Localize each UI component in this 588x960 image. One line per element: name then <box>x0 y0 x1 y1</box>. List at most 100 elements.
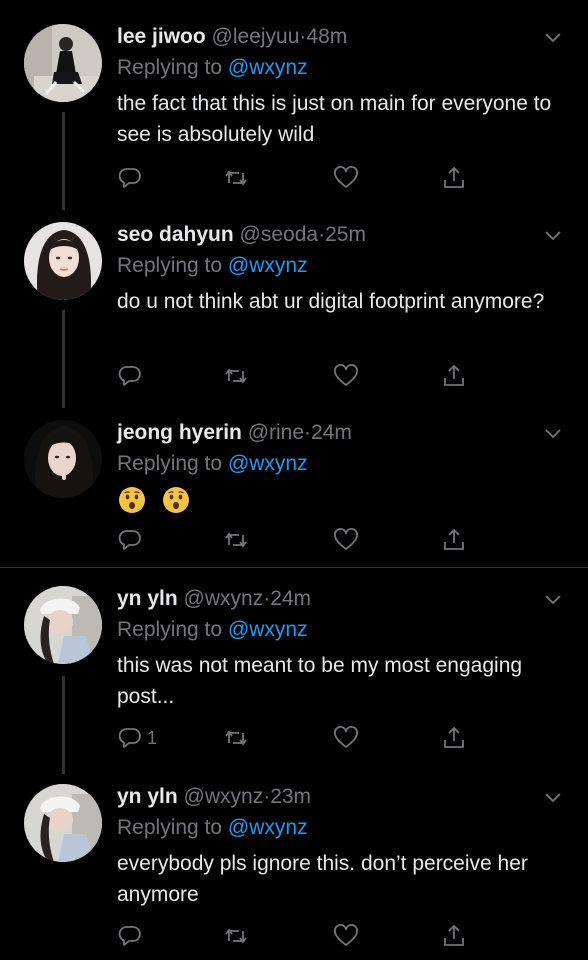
share-button[interactable] <box>441 164 467 192</box>
retweet-icon <box>225 730 247 746</box>
share-button[interactable] <box>441 922 467 950</box>
reply-button[interactable] <box>117 164 143 192</box>
replying-to: Replying to @wxynz <box>117 617 308 643</box>
share-button[interactable] <box>441 724 467 752</box>
action-bar <box>117 362 477 392</box>
replying-to: Replying to @wxynz <box>117 55 308 81</box>
tweet[interactable]: yn yln @wxynz·24m Replying to @wxynz thi… <box>0 586 588 766</box>
divider <box>0 567 588 568</box>
timestamp[interactable]: 23m <box>270 785 311 808</box>
replying-to: Replying to @wxynz <box>117 815 308 841</box>
retweet-button[interactable] <box>223 922 249 950</box>
tweet-header: jeong hyerin @rine·24m <box>117 420 352 446</box>
tweet[interactable]: seo dahyun @seoda·25m Replying to @wxynz… <box>0 222 588 402</box>
action-bar <box>117 526 477 556</box>
display-name[interactable]: seo dahyun <box>117 223 234 246</box>
reply-icon <box>118 926 141 946</box>
tweet-header: yn yln @wxynz·23m <box>117 784 311 810</box>
tweet-text: the fact that this is just on main for e… <box>117 92 552 146</box>
share-icon <box>444 364 464 386</box>
reply-button[interactable] <box>117 526 143 554</box>
reply-button[interactable] <box>117 922 143 950</box>
heart-icon <box>334 924 358 946</box>
retweet-button[interactable] <box>223 724 249 752</box>
display-name[interactable]: lee jiwoo <box>117 25 206 48</box>
mention-link[interactable]: @wxynz <box>228 56 308 79</box>
timestamp[interactable]: 24m <box>270 587 311 610</box>
reply-icon <box>118 530 141 550</box>
handle[interactable]: @wxynz <box>184 587 264 610</box>
chevron-down-icon[interactable] <box>544 590 562 608</box>
avatar[interactable] <box>24 222 102 300</box>
separator-dot: · <box>304 421 312 444</box>
heart-icon <box>334 528 358 550</box>
action-bar <box>117 164 477 194</box>
mention-link[interactable]: @wxynz <box>228 452 308 475</box>
retweet-icon <box>225 532 247 548</box>
astonished-face-emoji <box>119 487 145 514</box>
like-button[interactable] <box>333 526 359 554</box>
tweet-header: yn yln @wxynz·24m <box>117 586 311 612</box>
tweet-emojis <box>117 484 567 515</box>
display-name[interactable]: jeong hyerin <box>117 421 242 444</box>
chevron-down-icon[interactable] <box>544 788 562 806</box>
avatar[interactable] <box>24 24 102 102</box>
heart-icon <box>334 726 358 748</box>
tweet-text: this was not meant to be my most engagin… <box>117 654 523 708</box>
reply-button[interactable] <box>117 362 143 390</box>
replying-label: Replying to <box>117 618 228 641</box>
mention-link[interactable]: @wxynz <box>228 816 308 839</box>
tweet[interactable]: jeong hyerin @rine·24m Replying to @wxyn… <box>0 420 588 560</box>
display-name[interactable]: yn yln <box>117 587 178 610</box>
chevron-down-icon[interactable] <box>544 424 562 442</box>
retweet-button[interactable] <box>223 362 249 390</box>
reply-button[interactable]: 1 <box>117 724 157 752</box>
action-bar <box>117 922 477 952</box>
reply-icon <box>118 366 141 386</box>
timestamp[interactable]: 24m <box>311 421 352 444</box>
replying-label: Replying to <box>117 452 228 475</box>
heart-icon <box>334 364 358 386</box>
replying-to: Replying to @wxynz <box>117 451 308 477</box>
retweet-icon <box>225 368 247 384</box>
like-button[interactable] <box>333 362 359 390</box>
retweet-icon <box>225 928 247 944</box>
mention-link[interactable]: @wxynz <box>228 618 308 641</box>
avatar[interactable] <box>24 586 102 664</box>
avatar[interactable] <box>24 784 102 862</box>
handle[interactable]: @wxynz <box>184 785 264 808</box>
tweet-header: lee jiwoo @leejyuu·48m <box>117 24 347 50</box>
tweet[interactable]: lee jiwoo @leejyuu·48m Replying to @wxyn… <box>0 24 588 204</box>
display-name[interactable]: yn yln <box>117 785 178 808</box>
mention-link[interactable]: @wxynz <box>228 254 308 277</box>
handle[interactable]: @leejyuu <box>212 25 300 48</box>
like-button[interactable] <box>333 724 359 752</box>
like-button[interactable] <box>333 922 359 950</box>
reply-icon <box>118 728 141 748</box>
tweet-text: do u not think abt ur digital footprint … <box>117 290 545 313</box>
share-icon <box>444 166 464 188</box>
share-button[interactable] <box>441 526 467 554</box>
action-bar: 1 <box>117 724 477 754</box>
tweet[interactable]: yn yln @wxynz·23m Replying to @wxynz eve… <box>0 784 588 960</box>
chevron-down-icon[interactable] <box>544 28 562 46</box>
replying-label: Replying to <box>117 56 228 79</box>
share-icon <box>444 528 464 550</box>
tweet-text: everybody pls ignore this. don’t perceiv… <box>117 852 528 906</box>
avatar[interactable] <box>24 420 102 498</box>
retweet-button[interactable] <box>223 526 249 554</box>
like-button[interactable] <box>333 164 359 192</box>
tweet-header: seo dahyun @seoda·25m <box>117 222 366 248</box>
retweet-button[interactable] <box>223 164 249 192</box>
timestamp[interactable]: 25m <box>325 223 366 246</box>
replying-to: Replying to @wxynz <box>117 253 308 279</box>
share-button[interactable] <box>441 362 467 390</box>
replying-label: Replying to <box>117 254 228 277</box>
handle[interactable]: @seoda <box>240 223 319 246</box>
timestamp[interactable]: 48m <box>306 25 347 48</box>
reply-count: 1 <box>147 727 158 748</box>
heart-icon <box>334 166 358 188</box>
replying-label: Replying to <box>117 816 228 839</box>
handle[interactable]: @rine <box>248 421 304 444</box>
chevron-down-icon[interactable] <box>544 226 562 244</box>
